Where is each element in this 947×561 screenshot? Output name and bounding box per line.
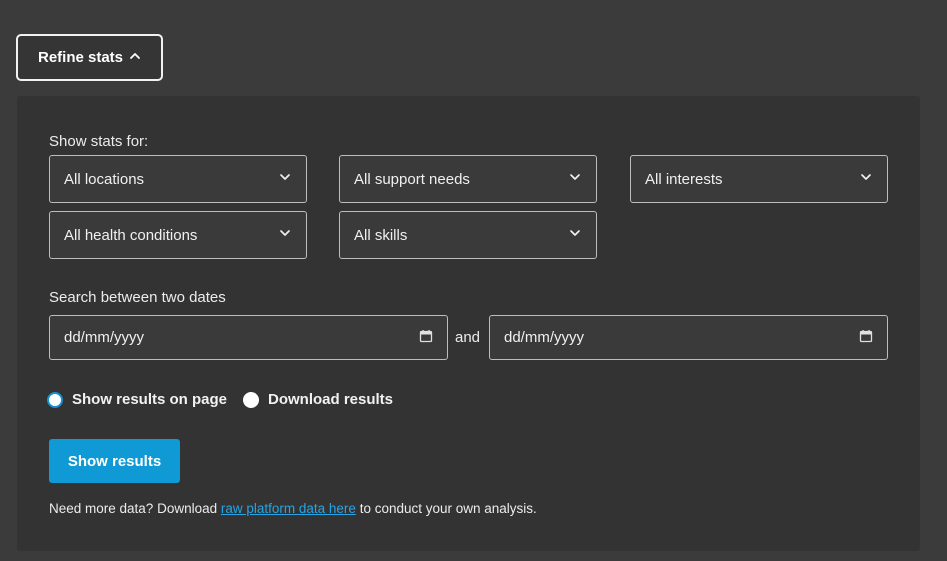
download-label: Download results [268, 391, 394, 408]
raw-data-note-suffix: to conduct your own analysis. [355, 501, 537, 516]
download-option[interactable]: Download results [243, 391, 393, 408]
show-on-page-label: Show results on page [72, 391, 228, 408]
raw-data-note: Need more data? Download raw platform da… [49, 501, 537, 516]
interests-select-value: All interests [645, 170, 723, 188]
raw-data-note-prefix: Need more data? Download [49, 501, 221, 516]
health-conditions-select-value: All health conditions [64, 226, 198, 244]
chevron-down-icon [568, 170, 582, 188]
date-to-placeholder: dd/mm/yyyy [504, 329, 585, 346]
chevron-down-icon [278, 170, 292, 188]
chevron-down-icon [859, 170, 873, 188]
health-conditions-select[interactable]: All health conditions [49, 211, 307, 259]
calendar-icon[interactable] [859, 329, 873, 347]
refine-stats-toggle[interactable]: Refine stats [16, 34, 163, 81]
support-needs-select[interactable]: All support needs [339, 155, 597, 203]
refine-stats-label: Refine stats [37, 49, 124, 66]
download-radio[interactable] [243, 391, 259, 408]
date-range-joiner: and [455, 329, 481, 346]
refine-stats-panel: Show stats for: All locations All suppor… [17, 96, 920, 551]
location-select-value: All locations [64, 170, 145, 188]
interests-select[interactable]: All interests [630, 155, 888, 203]
chevron-up-icon [129, 49, 141, 66]
chevron-down-icon [278, 226, 292, 244]
show-on-page-option[interactable]: Show results on page [47, 391, 227, 408]
date-from-input[interactable]: dd/mm/yyyy [49, 315, 448, 360]
skills-select[interactable]: All skills [339, 211, 597, 259]
show-on-page-radio[interactable] [47, 391, 63, 408]
dates-heading: Search between two dates [49, 289, 226, 306]
chevron-down-icon [568, 226, 582, 244]
support-needs-select-value: All support needs [354, 170, 470, 188]
show-results-button[interactable]: Show results [49, 439, 180, 483]
date-from-placeholder: dd/mm/yyyy [64, 329, 145, 346]
location-select[interactable]: All locations [49, 155, 307, 203]
raw-data-link[interactable]: raw platform data here [221, 501, 356, 516]
skills-select-value: All skills [354, 226, 408, 244]
date-to-input[interactable]: dd/mm/yyyy [489, 315, 888, 360]
calendar-icon[interactable] [419, 329, 433, 347]
filters-heading: Show stats for: [49, 133, 149, 150]
